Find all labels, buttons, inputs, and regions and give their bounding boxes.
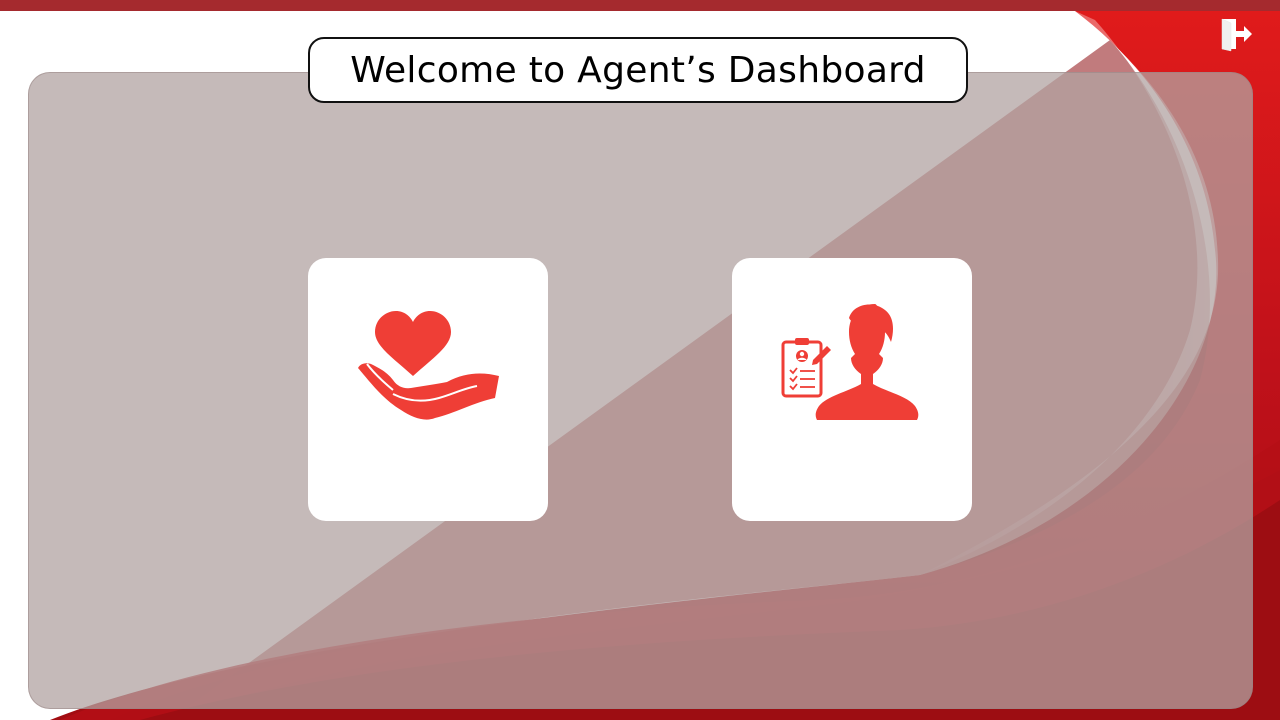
exit-button[interactable]: [1218, 16, 1254, 52]
dashboard-panel: [28, 72, 1253, 709]
page-title-box: Welcome to Agent’s Dashboard: [308, 37, 968, 103]
card-benefits[interactable]: [308, 258, 548, 521]
door-exit-icon: [1221, 18, 1252, 52]
agent-profile-clipboard-icon: [781, 304, 919, 420]
page-title: Welcome to Agent’s Dashboard: [350, 49, 926, 91]
card-agent-profile[interactable]: [732, 258, 972, 521]
hand-heart-icon: [358, 311, 499, 420]
